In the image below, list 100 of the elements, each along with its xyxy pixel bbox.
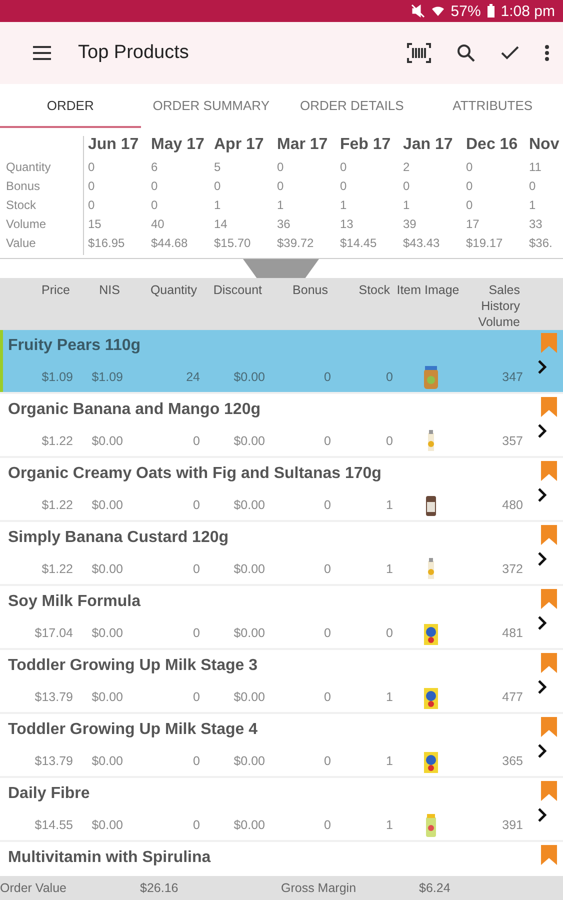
month-header: Feb 17 — [339, 136, 392, 155]
table-cell-text: 0 — [528, 179, 537, 195]
product-row[interactable]: Simply Banana Custard 120g $1.22 $0.00 0 $0.00 0 1 372 — [0, 522, 563, 584]
table-cell-text: 5 — [213, 160, 222, 176]
table-cell-text: 40 — [150, 217, 166, 233]
column-header: Item Image — [396, 282, 460, 299]
chevron-icon[interactable] — [537, 424, 547, 438]
table-cell-text: 0 — [192, 690, 200, 704]
table-cell-text: 0 — [323, 818, 331, 832]
table-cell-text: 391 — [501, 818, 523, 832]
clock-time: 1:08 pm — [500, 2, 555, 20]
table-cell-text: $13.79 — [34, 690, 73, 704]
table-cell-text: $0.00 — [232, 498, 265, 512]
mute-icon — [410, 4, 425, 18]
table-cell-text: $0.00 — [232, 818, 265, 832]
product-name: Organic Banana and Mango 120g — [8, 400, 262, 420]
month-header: Apr 17 — [213, 136, 265, 155]
table-cell-text: 1 — [402, 198, 411, 214]
table-cell-text: 1 — [276, 198, 285, 214]
table-cell-text: 0 — [323, 434, 331, 448]
product-row[interactable]: Soy Milk Formula $17.04 $0.00 0 $0.00 0 0 481 — [0, 586, 563, 648]
table-cell-text: $0.00 — [232, 434, 265, 448]
table-cell-text: 0 — [192, 562, 200, 576]
barcode-scan-button[interactable] — [407, 43, 431, 63]
column-header: Price — [40, 282, 70, 299]
product-name: Organic Creamy Oats with Fig and Sultanas 170g — [8, 464, 382, 484]
table-cell-text: 0 — [323, 754, 331, 768]
table-cell-text: 13 — [339, 217, 354, 233]
chevron-icon[interactable] — [537, 808, 547, 822]
table-cell-text: $1.22 — [40, 562, 73, 576]
product-row[interactable]: Toddler Growing Up Milk Stage 4 $13.79 $0.00 0 $0.00 0 1 365 — [0, 714, 563, 776]
table-cell-text: 15 — [87, 217, 102, 233]
tab[interactable]: ATTRIBUTES — [422, 84, 563, 128]
table-cell-text: 0 — [465, 160, 474, 176]
table-cell-text: 0 — [213, 179, 222, 195]
table-cell-text: 357 — [501, 434, 523, 448]
table-cell-text: 0 — [192, 498, 200, 512]
table-cell-text: $16.95 — [87, 236, 126, 252]
table-cell-text: 0 — [465, 198, 474, 214]
chevron-icon[interactable] — [537, 744, 547, 758]
product-row[interactable]: Organic Creamy Oats with Fig and Sultanas 170g $1.22 $0.00 0 $0.00 0 1 480 — [0, 458, 563, 520]
product-row[interactable]: Multivitamin with Spirulina — [0, 842, 563, 876]
table-cell-text: $39.72 — [276, 236, 315, 252]
table-cell-text: 24 — [185, 370, 200, 384]
table-cell-text: 0 — [323, 370, 331, 384]
footer-value: $6.24 — [419, 881, 452, 895]
product-name: Daily Fibre — [8, 784, 91, 804]
table-cell-text: $0.00 — [90, 434, 123, 448]
product-row[interactable]: Fruity Pears 110g $1.09 $1.09 24 $0.00 0 0 347 — [0, 330, 563, 392]
table-cell-text: $0.00 — [232, 626, 265, 640]
chevron-icon[interactable] — [537, 552, 547, 566]
chevron-icon[interactable] — [537, 488, 547, 502]
tab[interactable]: ORDER SUMMARY — [140, 84, 282, 128]
table-cell-text: 365 — [501, 754, 523, 768]
table-cell-text: 477 — [501, 690, 523, 704]
table-cell-text: $17.04 — [34, 626, 73, 640]
screen-title: Top Products — [78, 42, 190, 64]
product-row[interactable]: Organic Banana and Mango 120g $1.22 $0.00 0 $0.00 0 0 357 — [0, 394, 563, 456]
table-cell-text: $19.17 — [465, 236, 504, 252]
footer-value: $26.16 — [140, 881, 180, 895]
table-cell-text: $43.43 — [402, 236, 441, 252]
confirm-button[interactable] — [501, 46, 519, 60]
table-cell-text: $0.00 — [90, 562, 123, 576]
row-label: Stock — [6, 198, 84, 217]
table-cell-text: $0.00 — [232, 690, 265, 704]
table-cell-text: 0 — [465, 179, 474, 195]
search-button[interactable] — [457, 44, 475, 62]
product-row[interactable]: Daily Fibre $14.55 $0.00 0 $0.00 0 1 391 — [0, 778, 563, 840]
table-cell-text: 0 — [192, 434, 200, 448]
table-cell-text: 6 — [150, 160, 159, 176]
battery-icon — [486, 4, 495, 18]
table-cell-text: $44.68 — [150, 236, 189, 252]
row-label: Value — [6, 236, 84, 255]
table-cell-text: 1 — [385, 754, 393, 768]
tab[interactable]: ORDER DETAILS — [282, 84, 422, 128]
table-cell-text: 480 — [501, 498, 523, 512]
table-cell-text: $13.79 — [34, 754, 73, 768]
month-header: Mar 17 — [276, 136, 329, 155]
table-cell-text: 0 — [276, 179, 285, 195]
table-cell-text: $0.00 — [232, 370, 265, 384]
month-header: Jan 17 — [402, 136, 454, 155]
footer-label: Order Value — [0, 881, 68, 895]
table-cell-text: 0 — [323, 562, 331, 576]
table-cell-text: 481 — [501, 626, 523, 640]
table-cell-text: 0 — [402, 179, 411, 195]
chevron-icon[interactable] — [537, 360, 547, 374]
table-cell-text: $1.09 — [90, 370, 123, 384]
product-row[interactable]: Toddler Growing Up Milk Stage 3 $13.79 $0.00 0 $0.00 0 1 477 — [0, 650, 563, 712]
chevron-icon[interactable] — [537, 680, 547, 694]
menu-button[interactable] — [32, 45, 52, 61]
row-label: Volume — [6, 217, 84, 236]
chevron-icon[interactable] — [537, 616, 547, 630]
table-cell-text: 1 — [385, 498, 393, 512]
table-cell-text: 11 — [528, 160, 542, 176]
more-options-button[interactable] — [545, 45, 549, 61]
table-cell-text: 1 — [528, 198, 537, 214]
table-cell-text: $14.45 — [339, 236, 378, 252]
table-cell-text: 0 — [150, 198, 159, 214]
wifi-icon — [430, 4, 445, 18]
table-cell-text: 0 — [276, 160, 285, 176]
